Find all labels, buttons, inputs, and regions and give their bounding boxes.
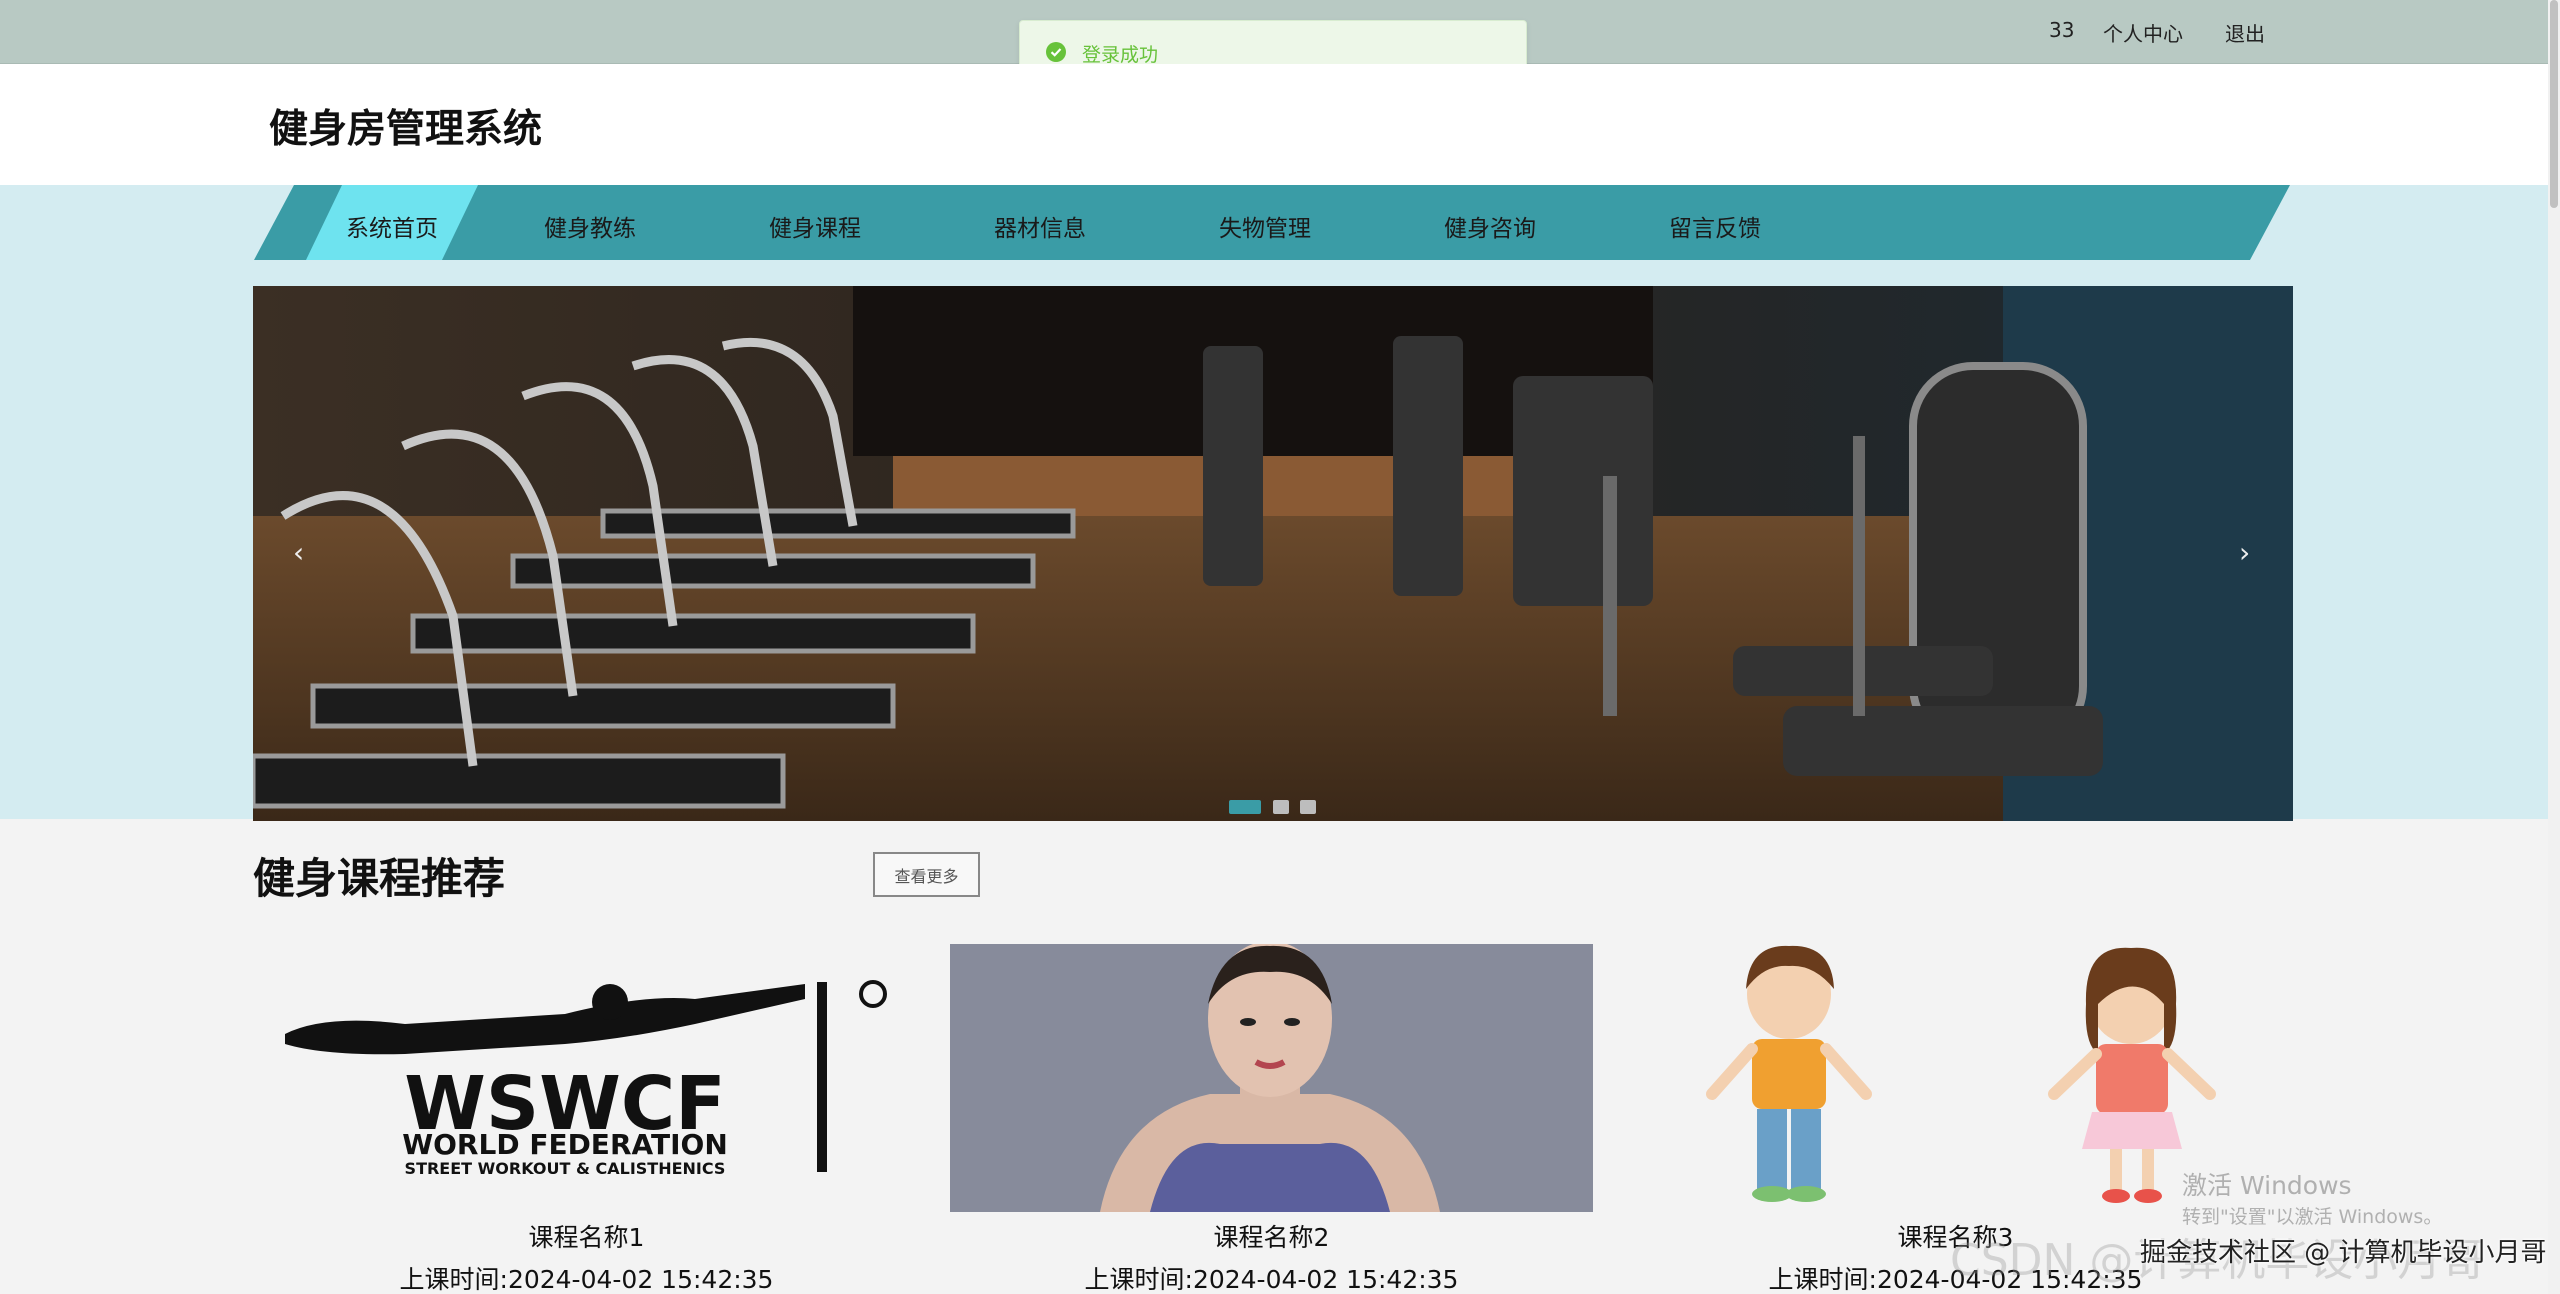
hero-carousel[interactable]: ‹ › bbox=[253, 286, 2293, 821]
toast-message: 登录成功 bbox=[1082, 44, 1159, 66]
page-scrollbar[interactable] bbox=[2548, 0, 2560, 1294]
carousel-prev-icon[interactable]: ‹ bbox=[293, 536, 304, 569]
carousel-dot-2[interactable] bbox=[1273, 800, 1289, 814]
course-section-title: 健身课程推荐 bbox=[253, 854, 506, 903]
course-thumbnail bbox=[950, 944, 1593, 1212]
course-time: 上课时间:2024-04-02 15:42:35 bbox=[399, 1265, 774, 1294]
nav-item-lost-found[interactable]: 失物管理 bbox=[1170, 209, 1360, 243]
nav-item-feedback[interactable]: 留言反馈 bbox=[1620, 209, 1810, 243]
nav-item-courses[interactable]: 健身课程 bbox=[720, 209, 910, 243]
site-header: 健身房管理系统 bbox=[0, 64, 2548, 185]
nav-item-coaches[interactable]: 健身教练 bbox=[495, 209, 685, 243]
profile-link[interactable]: 个人中心 bbox=[2103, 18, 2183, 47]
juejin-watermark: 掘金技术社区 @ 计算机毕设小月哥 bbox=[2140, 1238, 2547, 1268]
logout-link[interactable]: 退出 bbox=[2225, 18, 2265, 47]
logo-subtitle-1: WORLD FEDERATION bbox=[402, 1128, 728, 1161]
nav-item-consultation[interactable]: 健身咨询 bbox=[1395, 209, 1585, 243]
wswcf-logo-image: WSWCF WORLD FEDERATION STREET WORKOUT & … bbox=[285, 980, 887, 1178]
coach-portrait-image bbox=[950, 944, 1593, 1212]
view-more-button[interactable]: 查看更多 bbox=[873, 852, 980, 897]
cartoon-kids-image bbox=[1706, 945, 2216, 1203]
course-thumbnail bbox=[1634, 944, 2277, 1212]
carousel-dot-3[interactable] bbox=[1300, 800, 1316, 814]
site-title: 健身房管理系统 bbox=[269, 107, 543, 152]
course-thumbnail: WSWCF WORLD FEDERATION STREET WORKOUT & … bbox=[265, 944, 908, 1212]
scrollbar-thumb[interactable] bbox=[2550, 0, 2558, 208]
user-id: 33 bbox=[2049, 18, 2075, 42]
nav-item-home[interactable]: 系统首页 bbox=[297, 209, 487, 243]
carousel-dot-1[interactable] bbox=[1229, 800, 1261, 814]
gym-banner-image bbox=[253, 286, 2293, 821]
carousel-next-icon[interactable]: › bbox=[2239, 536, 2250, 569]
course-name[interactable]: 课程名称1 bbox=[265, 1218, 908, 1254]
activate-windows-title: 激活 Windows bbox=[2182, 1171, 2352, 1200]
success-check-icon bbox=[1046, 42, 1066, 62]
course-time: 上课时间:2024-04-02 15:42:35 bbox=[1084, 1265, 1459, 1294]
logo-subtitle-2: STREET WORKOUT & CALISTHENICS bbox=[405, 1159, 726, 1178]
course-name[interactable]: 课程名称2 bbox=[950, 1218, 1593, 1254]
main-nav: 系统首页 健身教练 健身课程 器材信息 失物管理 健身咨询 留言反馈 bbox=[254, 185, 2290, 260]
nav-item-equipment[interactable]: 器材信息 bbox=[945, 209, 1135, 243]
